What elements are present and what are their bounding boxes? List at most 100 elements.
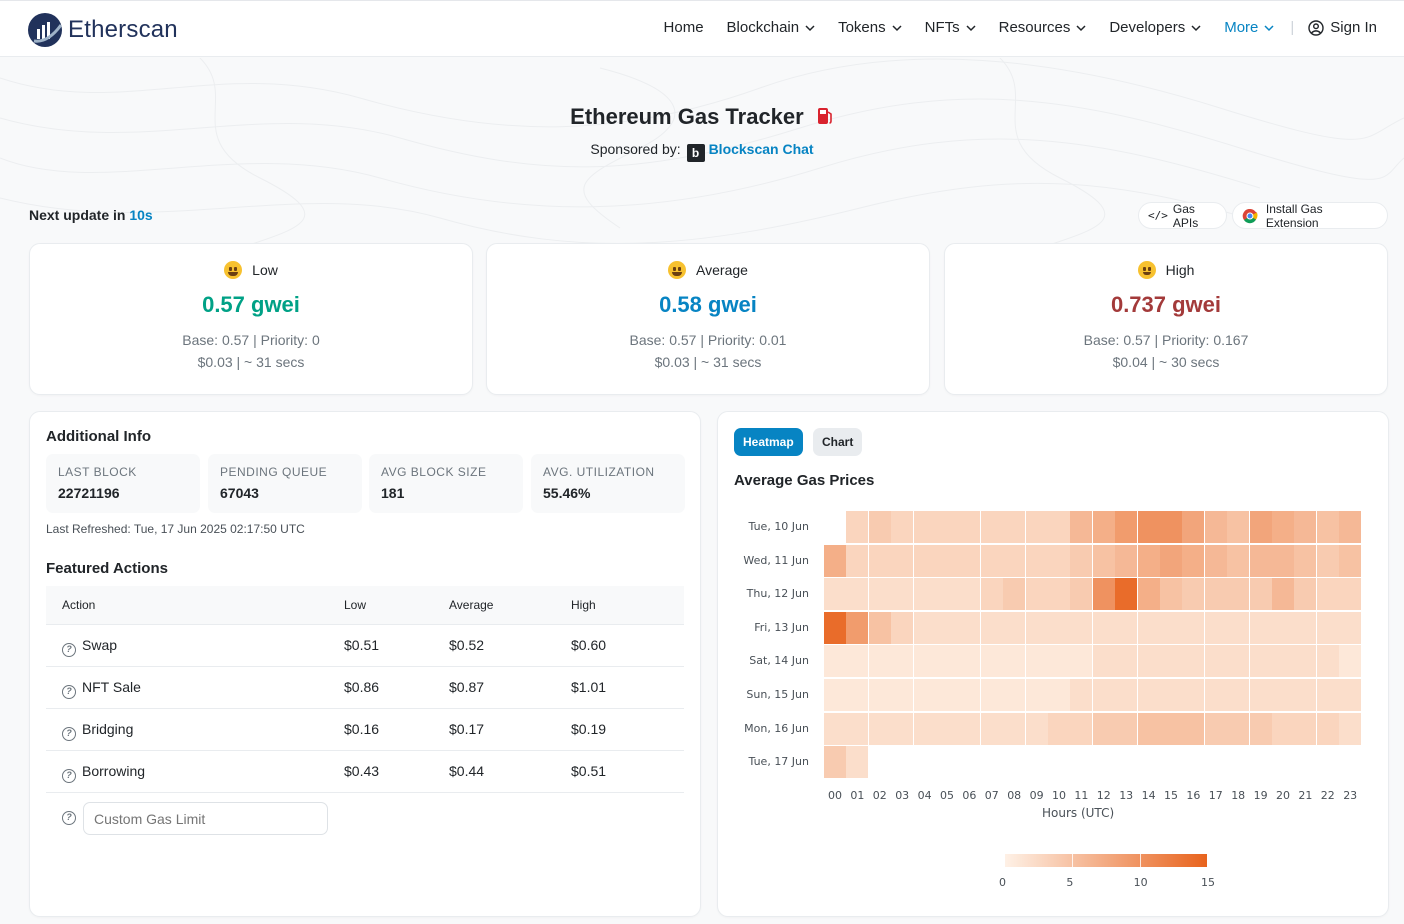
heatmap-cell[interactable] bbox=[868, 645, 891, 678]
heatmap-cell[interactable] bbox=[1249, 578, 1272, 611]
heatmap-cell[interactable] bbox=[868, 712, 891, 745]
heatmap-cell[interactable] bbox=[1249, 544, 1272, 577]
heatmap-cell[interactable] bbox=[1316, 611, 1339, 644]
heatmap-cell[interactable] bbox=[1227, 511, 1250, 543]
heatmap-cell[interactable] bbox=[846, 712, 869, 745]
question-circle-icon[interactable]: ? bbox=[62, 811, 76, 825]
heatmap-cell[interactable] bbox=[846, 578, 869, 611]
heatmap-cell[interactable] bbox=[1092, 712, 1115, 745]
heatmap-cell[interactable] bbox=[1115, 578, 1138, 611]
install-extension-button[interactable]: Install Gas Extension bbox=[1232, 202, 1388, 230]
heatmap-cell[interactable] bbox=[1003, 578, 1026, 611]
heatmap-cell[interactable] bbox=[1272, 578, 1294, 611]
heatmap-cell[interactable] bbox=[1025, 611, 1048, 644]
heatmap-cell[interactable] bbox=[1003, 544, 1026, 577]
heatmap-cell[interactable] bbox=[958, 679, 981, 711]
heatmap-cell[interactable] bbox=[846, 611, 869, 644]
heatmap-cell[interactable] bbox=[1070, 645, 1093, 678]
heatmap-cell[interactable] bbox=[980, 511, 1003, 543]
heatmap-cell[interactable] bbox=[1048, 544, 1070, 577]
heatmap-cell[interactable] bbox=[1294, 578, 1317, 611]
heatmap-cell[interactable] bbox=[1025, 645, 1048, 678]
heatmap-cell[interactable] bbox=[891, 578, 914, 611]
heatmap-cell[interactable] bbox=[824, 679, 846, 711]
heatmap-cell[interactable] bbox=[1204, 544, 1227, 577]
heatmap-cell[interactable] bbox=[1115, 611, 1138, 644]
heatmap-cell[interactable] bbox=[1025, 544, 1048, 577]
heatmap-cell[interactable] bbox=[1339, 611, 1362, 644]
heatmap-cell[interactable] bbox=[980, 578, 1003, 611]
heatmap-cell[interactable] bbox=[1316, 511, 1339, 543]
heatmap-cell[interactable] bbox=[1092, 645, 1115, 678]
heatmap-cell[interactable] bbox=[1182, 611, 1205, 644]
heatmap-cell[interactable] bbox=[1249, 511, 1272, 543]
heatmap-cell[interactable] bbox=[1294, 679, 1317, 711]
heatmap-cell[interactable] bbox=[958, 611, 981, 644]
heatmap-cell[interactable] bbox=[1115, 544, 1138, 577]
heatmap-cell[interactable] bbox=[1048, 611, 1070, 644]
heatmap-cell[interactable] bbox=[958, 544, 981, 577]
heatmap-cell[interactable] bbox=[824, 645, 846, 678]
heatmap-cell[interactable] bbox=[1227, 611, 1250, 644]
heatmap-cell[interactable] bbox=[1160, 611, 1182, 644]
heatmap-cell[interactable] bbox=[1227, 712, 1250, 745]
sign-in-button[interactable]: Sign In bbox=[1308, 19, 1377, 36]
heatmap-cell[interactable] bbox=[1048, 511, 1070, 543]
nav-blockchain[interactable]: Blockchain bbox=[727, 19, 816, 36]
heatmap-cell[interactable] bbox=[1249, 645, 1272, 678]
heatmap-cell[interactable] bbox=[868, 578, 891, 611]
heatmap-cell[interactable] bbox=[1137, 611, 1160, 644]
heatmap-cell[interactable] bbox=[846, 511, 869, 543]
heatmap-cell[interactable] bbox=[980, 611, 1003, 644]
brand-logo[interactable]: Etherscan bbox=[28, 13, 178, 47]
tab-heatmap[interactable]: Heatmap bbox=[734, 428, 803, 456]
heatmap-cell[interactable] bbox=[1339, 511, 1362, 543]
heatmap-cell[interactable] bbox=[1204, 712, 1227, 745]
heatmap-cell[interactable] bbox=[980, 712, 1003, 745]
heatmap-cell[interactable] bbox=[1003, 611, 1026, 644]
sponsor-link[interactable]: Blockscan Chat bbox=[709, 141, 814, 157]
nav-developers[interactable]: Developers bbox=[1109, 19, 1201, 36]
heatmap-cell[interactable] bbox=[824, 746, 846, 779]
heatmap-cell[interactable] bbox=[1272, 511, 1294, 543]
heatmap-cell[interactable] bbox=[913, 544, 936, 577]
heatmap-cell[interactable] bbox=[1204, 578, 1227, 611]
nav-resources[interactable]: Resources bbox=[999, 19, 1087, 36]
heatmap-cell[interactable] bbox=[958, 578, 981, 611]
heatmap-cell[interactable] bbox=[1070, 578, 1093, 611]
nav-home[interactable]: Home bbox=[664, 19, 704, 36]
heatmap-cell[interactable] bbox=[1048, 645, 1070, 678]
heatmap-cell[interactable] bbox=[1070, 712, 1093, 745]
heatmap-cell[interactable] bbox=[1070, 679, 1093, 711]
heatmap-cell[interactable] bbox=[868, 679, 891, 711]
heatmap-cell[interactable] bbox=[1003, 645, 1026, 678]
heatmap-cell[interactable] bbox=[846, 746, 869, 779]
heatmap-cell[interactable] bbox=[824, 611, 846, 644]
heatmap-cell[interactable] bbox=[1339, 645, 1362, 678]
heatmap-cell[interactable] bbox=[1003, 712, 1026, 745]
heatmap-cell[interactable] bbox=[936, 611, 958, 644]
heatmap-cell[interactable] bbox=[1204, 511, 1227, 543]
heatmap-cell[interactable] bbox=[1048, 712, 1070, 745]
heatmap-cell[interactable] bbox=[1025, 712, 1048, 745]
heatmap-cell[interactable] bbox=[936, 712, 958, 745]
gas-apis-button[interactable]: </> Gas APIs bbox=[1138, 202, 1227, 230]
heatmap-cell[interactable] bbox=[1272, 611, 1294, 644]
heatmap-cell[interactable] bbox=[1137, 712, 1160, 745]
heatmap-cell[interactable] bbox=[1070, 611, 1093, 644]
heatmap-cell[interactable] bbox=[1137, 511, 1160, 543]
heatmap-cell[interactable] bbox=[913, 712, 936, 745]
heatmap-cell[interactable] bbox=[913, 611, 936, 644]
heatmap-cell[interactable] bbox=[1160, 578, 1182, 611]
heatmap-cell[interactable] bbox=[1249, 611, 1272, 644]
heatmap-cell[interactable] bbox=[936, 645, 958, 678]
heatmap-cell[interactable] bbox=[958, 511, 981, 543]
heatmap-cell[interactable] bbox=[824, 544, 846, 577]
heatmap-cell[interactable] bbox=[1227, 679, 1250, 711]
heatmap-cell[interactable] bbox=[980, 645, 1003, 678]
heatmap-cell[interactable] bbox=[1092, 511, 1115, 543]
heatmap-cell[interactable] bbox=[1182, 544, 1205, 577]
heatmap-cell[interactable] bbox=[1294, 611, 1317, 644]
question-circle-icon[interactable]: ? bbox=[62, 685, 76, 699]
heatmap-cell[interactable] bbox=[1339, 712, 1362, 745]
